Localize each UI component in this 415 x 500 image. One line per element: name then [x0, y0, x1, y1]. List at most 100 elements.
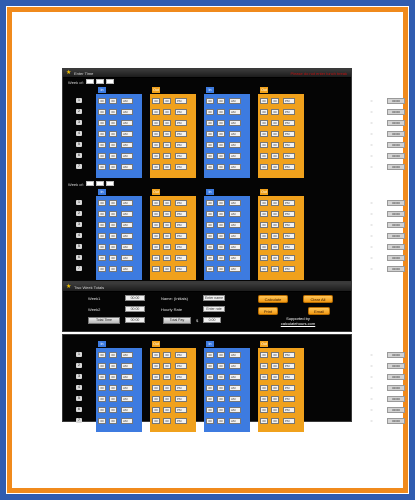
ampm-select[interactable]: PM	[175, 255, 187, 261]
hour-input[interactable]: 00	[260, 244, 268, 250]
minute-input[interactable]: 00	[217, 396, 225, 402]
minute-input[interactable]: 00	[217, 407, 225, 413]
hour-input[interactable]: 00	[206, 142, 214, 148]
hour-input[interactable]: 00	[260, 164, 268, 170]
ampm-select[interactable]: PM	[175, 352, 187, 358]
ampm-select[interactable]: AM	[229, 352, 241, 358]
ampm-select[interactable]: AM	[229, 255, 241, 261]
hour-input[interactable]: 00	[152, 200, 160, 206]
email-button[interactable]: Email	[308, 307, 330, 315]
hour-input[interactable]: 00	[152, 164, 160, 170]
hour-input[interactable]: 00	[206, 153, 214, 159]
hour-input[interactable]: 00	[260, 363, 268, 369]
hour-input[interactable]: 00	[206, 396, 214, 402]
ampm-select[interactable]: PM	[283, 164, 295, 170]
minute-input[interactable]: 00	[217, 244, 225, 250]
minute-input[interactable]: 00	[163, 363, 171, 369]
minute-input[interactable]: 00	[109, 363, 117, 369]
ampm-select[interactable]: PM	[283, 222, 295, 228]
hour-input[interactable]: 00	[152, 233, 160, 239]
name-input[interactable]: Enter name	[203, 295, 225, 301]
hour-input[interactable]: 00	[152, 131, 160, 137]
ampm-select[interactable]: AM	[229, 120, 241, 126]
minute-input[interactable]: 00	[109, 352, 117, 358]
ampm-select[interactable]: PM	[283, 233, 295, 239]
minute-input[interactable]: 00	[163, 200, 171, 206]
ampm-select[interactable]: PM	[175, 142, 187, 148]
hour-input[interactable]: 00	[260, 255, 268, 261]
ampm-select[interactable]: AM	[229, 131, 241, 137]
hour-input[interactable]: 00	[152, 352, 160, 358]
minute-input[interactable]: 00	[271, 164, 279, 170]
hour-input[interactable]: 00	[152, 211, 160, 217]
minute-input[interactable]: 00	[109, 266, 117, 272]
ampm-select[interactable]: PM	[175, 153, 187, 159]
minute-input[interactable]: 00	[109, 142, 117, 148]
minute-input[interactable]: 00	[271, 385, 279, 391]
minute-input[interactable]: 00	[163, 222, 171, 228]
minute-input[interactable]: 00	[271, 255, 279, 261]
ampm-select[interactable]: PM	[283, 211, 295, 217]
ampm-select[interactable]: PM	[283, 244, 295, 250]
ampm-select[interactable]: AM	[121, 266, 133, 272]
hour-input[interactable]: 00	[260, 352, 268, 358]
ampm-select[interactable]: AM	[229, 418, 241, 424]
minute-input[interactable]: 00	[217, 374, 225, 380]
minute-input[interactable]: 00	[217, 211, 225, 217]
ampm-select[interactable]: AM	[121, 418, 133, 424]
minute-input[interactable]: 00	[109, 385, 117, 391]
hour-input[interactable]: 00	[152, 98, 160, 104]
ampm-select[interactable]: PM	[175, 211, 187, 217]
ampm-select[interactable]: PM	[175, 363, 187, 369]
minute-input[interactable]: 00	[271, 407, 279, 413]
ampm-select[interactable]: AM	[121, 244, 133, 250]
minute-input[interactable]: 00	[109, 255, 117, 261]
ampm-select[interactable]: AM	[121, 352, 133, 358]
minute-input[interactable]: 00	[109, 211, 117, 217]
minute-input[interactable]: 00	[271, 153, 279, 159]
ampm-select[interactable]: PM	[175, 98, 187, 104]
minute-input[interactable]: 00	[217, 131, 225, 137]
minute-input[interactable]: 00	[163, 98, 171, 104]
ampm-select[interactable]: AM	[229, 385, 241, 391]
hour-input[interactable]: 00	[152, 396, 160, 402]
ampm-select[interactable]: AM	[229, 266, 241, 272]
minute-input[interactable]: 00	[163, 109, 171, 115]
minute-input[interactable]: 00	[271, 244, 279, 250]
hour-input[interactable]: 00	[260, 407, 268, 413]
minute-input[interactable]: 00	[271, 98, 279, 104]
ampm-select[interactable]: AM	[121, 407, 133, 413]
hour-input[interactable]: 00	[98, 164, 106, 170]
week-month-input[interactable]	[86, 181, 94, 186]
ampm-select[interactable]: PM	[283, 109, 295, 115]
minute-input[interactable]: 00	[217, 266, 225, 272]
ampm-select[interactable]: PM	[175, 222, 187, 228]
minute-input[interactable]: 00	[109, 407, 117, 413]
ampm-select[interactable]: PM	[175, 164, 187, 170]
minute-input[interactable]: 00	[163, 396, 171, 402]
minute-input[interactable]: 00	[163, 153, 171, 159]
hour-input[interactable]: 00	[98, 255, 106, 261]
minute-input[interactable]: 00	[163, 131, 171, 137]
ampm-select[interactable]: AM	[121, 200, 133, 206]
hour-input[interactable]: 00	[260, 200, 268, 206]
hour-input[interactable]: 00	[260, 266, 268, 272]
minute-input[interactable]: 00	[163, 233, 171, 239]
hour-input[interactable]: 00	[152, 153, 160, 159]
ampm-select[interactable]: PM	[283, 374, 295, 380]
minute-input[interactable]: 00	[217, 222, 225, 228]
minute-input[interactable]: 00	[217, 98, 225, 104]
minute-input[interactable]: 00	[217, 142, 225, 148]
minute-input[interactable]: 00	[163, 164, 171, 170]
ampm-select[interactable]: AM	[121, 131, 133, 137]
hour-input[interactable]: 00	[152, 407, 160, 413]
hour-input[interactable]: 00	[206, 407, 214, 413]
hour-input[interactable]: 00	[206, 109, 214, 115]
ampm-select[interactable]: PM	[283, 120, 295, 126]
minute-input[interactable]: 00	[163, 385, 171, 391]
week-month-input[interactable]	[86, 79, 94, 84]
ampm-select[interactable]: AM	[229, 200, 241, 206]
ampm-select[interactable]: PM	[175, 418, 187, 424]
ampm-select[interactable]: AM	[229, 109, 241, 115]
ampm-select[interactable]: AM	[121, 164, 133, 170]
